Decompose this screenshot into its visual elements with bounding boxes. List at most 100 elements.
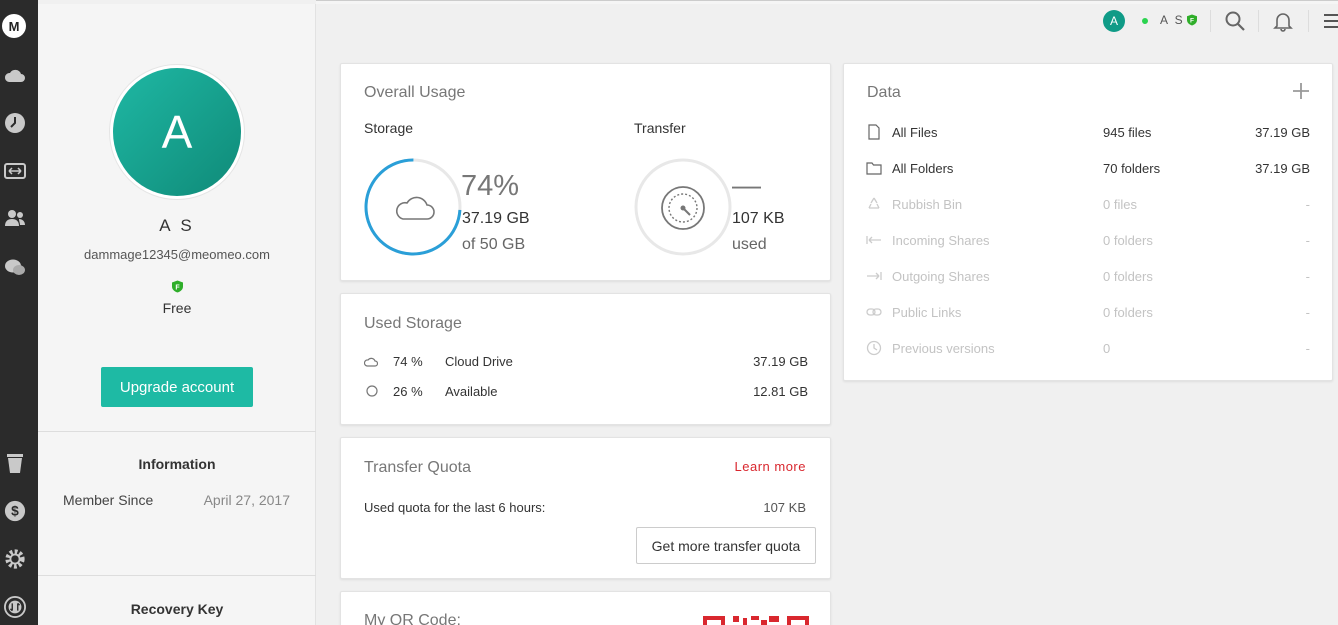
- plan-name: Free: [162, 300, 192, 316]
- top-user-name[interactable]: A S: [1160, 13, 1185, 27]
- data-row-size: -: [1305, 341, 1310, 356]
- incoming-arrow-icon: [866, 236, 881, 244]
- transfer-label: Transfer: [634, 120, 686, 136]
- profile-email: dammage12345@meomeo.com: [84, 247, 270, 262]
- data-row-label: Rubbish Bin: [892, 197, 963, 212]
- storage-label: Storage: [364, 120, 414, 136]
- clock-icon: [866, 340, 882, 356]
- folder-icon: [866, 162, 882, 175]
- used-storage-size: 37.19 GB: [753, 354, 808, 369]
- data-row-all-files[interactable]: All Files 945 files 37.19 GB: [866, 123, 1312, 143]
- data-row-previous-versions[interactable]: Previous versions 0 -: [866, 339, 1312, 359]
- svg-text:F: F: [1190, 18, 1194, 25]
- recovery-key-heading: Recovery Key: [130, 601, 224, 617]
- top-avatar[interactable]: A: [1103, 10, 1125, 32]
- qr-code-card: My QR Code:: [340, 591, 831, 625]
- cloud-icon: [364, 357, 378, 367]
- chat-icon[interactable]: [4, 257, 26, 279]
- mega-logo[interactable]: M: [2, 14, 26, 38]
- transfer-used-suffix: used: [732, 236, 767, 253]
- divider: [38, 431, 316, 432]
- overall-usage-title: Overall Usage: [364, 84, 466, 101]
- data-row-label: All Folders: [892, 161, 954, 176]
- bell-icon[interactable]: [1272, 10, 1294, 32]
- data-row-rubbish-bin[interactable]: Rubbish Bin 0 files -: [866, 195, 1312, 215]
- used-storage-size: 12.81 GB: [753, 384, 808, 399]
- data-row-count: 0 folders: [1103, 305, 1153, 320]
- gauge-icon: [661, 186, 705, 230]
- pro-dollar-icon[interactable]: $: [4, 500, 26, 522]
- top-plan-badge-icon: F: [1187, 14, 1197, 26]
- used-storage-pct: 74 %: [393, 354, 423, 369]
- profile-name: A S: [159, 216, 195, 235]
- data-row-incoming-shares[interactable]: Incoming Shares 0 folders -: [866, 231, 1312, 251]
- contacts-icon[interactable]: [4, 207, 26, 229]
- data-row-size: 37.19 GB: [1255, 125, 1310, 140]
- data-card: Data All Files 945 files 37.19 GB All Fo…: [843, 63, 1333, 381]
- qr-code-image[interactable]: [703, 616, 809, 625]
- top-bar: [316, 0, 1338, 4]
- recycle-icon: [868, 197, 880, 209]
- data-row-size: -: [1305, 233, 1310, 248]
- data-row-all-folders[interactable]: All Folders 70 folders 37.19 GB: [866, 159, 1312, 179]
- outgoing-arrow-icon: [867, 272, 882, 280]
- member-since-value: April 27, 2017: [203, 492, 290, 508]
- data-row-count: 70 folders: [1103, 161, 1161, 176]
- data-row-label: Outgoing Shares: [892, 269, 990, 284]
- list-item: 74 % Cloud Drive 37.19 GB: [364, 352, 808, 372]
- list-item: 26 % Available 12.81 GB: [364, 382, 808, 402]
- data-row-label: Previous versions: [892, 341, 995, 356]
- menu-icon[interactable]: [1322, 10, 1338, 32]
- avatar[interactable]: A: [109, 64, 245, 200]
- svg-text:F: F: [175, 285, 180, 292]
- data-row-count: 945 files: [1103, 125, 1152, 140]
- used-storage-card: Used Storage 74 % Cloud Drive 37.19 GB 2…: [340, 293, 831, 425]
- used-quota-value: 107 KB: [763, 500, 806, 515]
- data-row-count: 0: [1103, 341, 1111, 356]
- online-status-dot: [1142, 18, 1148, 24]
- transfer-used: 107 KB: [732, 210, 785, 227]
- information-heading: Information: [138, 456, 216, 472]
- divider: [38, 575, 316, 576]
- data-row-outgoing-shares[interactable]: Outgoing Shares 0 folders -: [866, 267, 1312, 287]
- storage-percent: 74%: [461, 170, 520, 202]
- cloud-drive-icon[interactable]: [4, 64, 26, 86]
- data-title: Data: [867, 84, 901, 101]
- storage-total: of 50 GB: [462, 236, 526, 253]
- search-icon[interactable]: [1224, 10, 1246, 32]
- circle-icon: [366, 385, 378, 397]
- overall-usage-card: Overall Usage Storage 74% 37.19 GB of 50…: [340, 63, 831, 281]
- profile-panel: A A S dammage12345@meomeo.com F Free Upg…: [38, 4, 316, 625]
- data-row-label: Public Links: [892, 305, 962, 320]
- data-row-size: -: [1305, 269, 1310, 284]
- avatar-letter: A: [113, 68, 241, 196]
- data-row-size: 37.19 GB: [1255, 161, 1310, 176]
- get-more-transfer-quota-button[interactable]: Get more transfer quota: [636, 527, 816, 564]
- cloud-icon: [395, 196, 435, 220]
- transfers-icon[interactable]: [4, 160, 26, 182]
- data-row-count: 0 folders: [1103, 233, 1153, 248]
- upgrade-account-button[interactable]: Upgrade account: [101, 367, 253, 407]
- member-since-label: Member Since: [63, 492, 154, 508]
- learn-more-link[interactable]: Learn more: [735, 459, 806, 474]
- svg-text:$: $: [11, 504, 19, 519]
- recents-icon[interactable]: [4, 112, 26, 134]
- data-row-size: -: [1305, 305, 1310, 320]
- link-icon: [866, 308, 882, 316]
- settings-icon[interactable]: [4, 548, 26, 570]
- plus-icon[interactable]: [1292, 82, 1310, 100]
- data-row-label: Incoming Shares: [892, 233, 990, 248]
- used-quota-text: Used quota for the last 6 hours:: [364, 500, 546, 515]
- data-row-public-links[interactable]: Public Links 0 folders -: [866, 303, 1312, 323]
- transfer-quota-card: Transfer Quota Learn more Used quota for…: [340, 437, 831, 579]
- data-row-count: 0 folders: [1103, 269, 1153, 284]
- data-row-size: -: [1305, 197, 1310, 212]
- used-storage-label: Available: [445, 384, 498, 399]
- sync-icon[interactable]: [4, 596, 26, 618]
- transfer-quota-title: Transfer Quota: [364, 459, 472, 476]
- data-row-label: All Files: [892, 125, 938, 140]
- plan-badge-icon: F: [172, 280, 183, 293]
- divider: [1308, 10, 1309, 32]
- file-icon: [868, 124, 880, 140]
- rubbish-bin-icon[interactable]: [4, 452, 26, 474]
